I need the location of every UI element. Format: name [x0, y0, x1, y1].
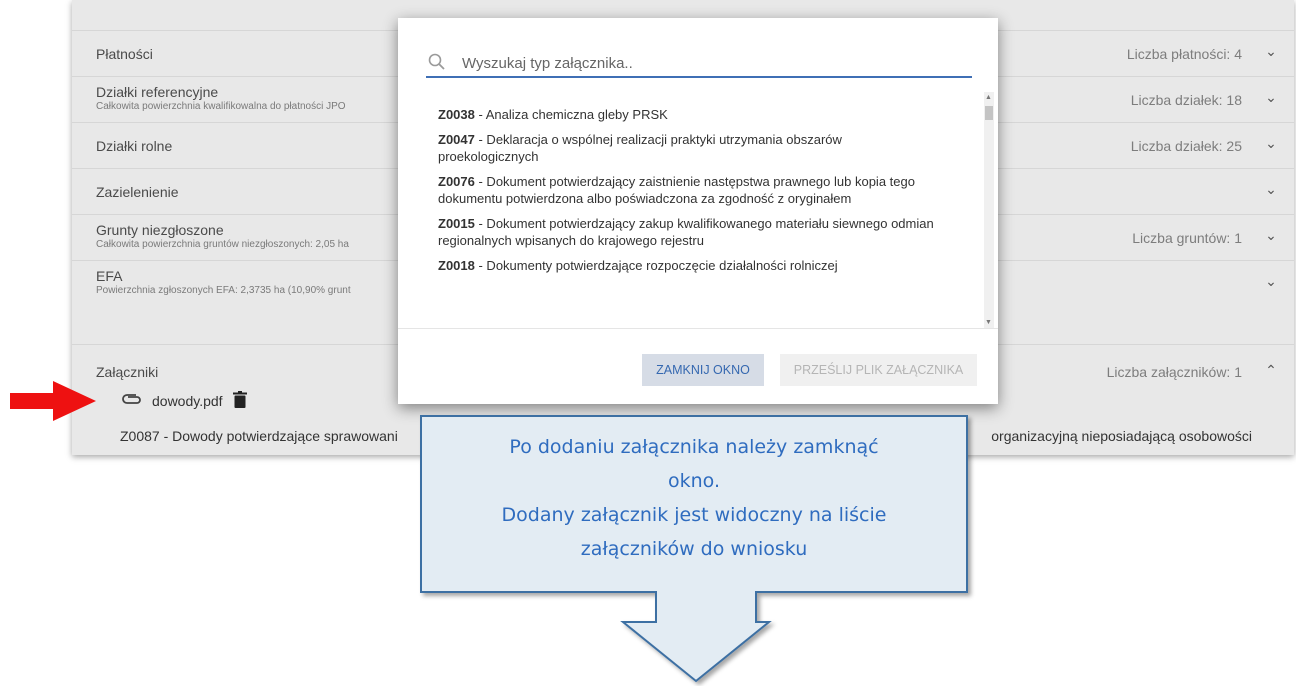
callout-line: Dodany załącznik jest widoczny na liście: [501, 504, 887, 526]
callout-shape: [420, 415, 968, 683]
callout-text: Po dodaniu załącznika należy zamknąć okn…: [421, 430, 967, 566]
callout-line: załączników do wniosku: [580, 538, 808, 560]
callout-line: Po dodaniu załącznika należy zamknąć: [509, 436, 879, 458]
callout-line: okno.: [668, 470, 720, 492]
